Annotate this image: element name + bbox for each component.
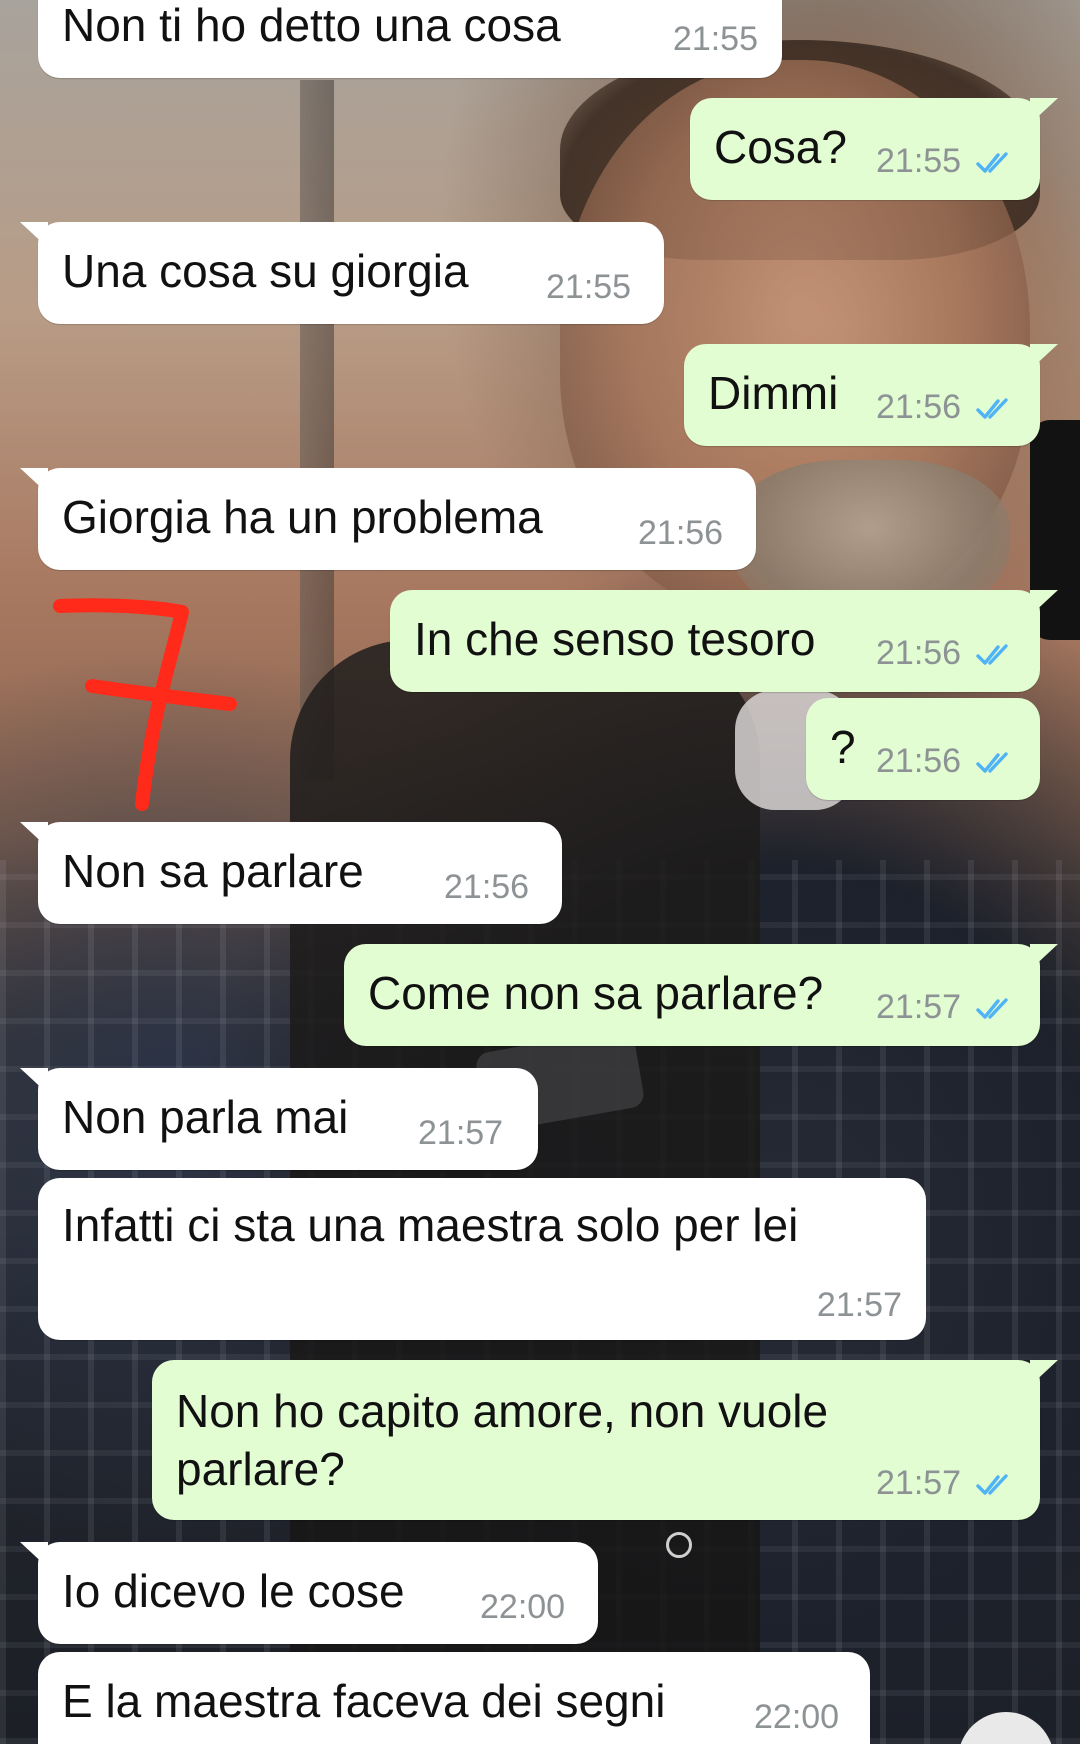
message-bubble-outgoing[interactable]: Non ho capito amore, non vuole parlare? … [152,1360,1058,1520]
read-double-check-icon [976,1474,1008,1495]
message-bubble-outgoing[interactable]: Come non sa parlare? 21:57 [344,944,1058,1046]
wallpaper-vest-button [666,1532,692,1558]
message-bubble-incoming[interactable]: E la maestra faceva dei segni 22:00 [38,1652,870,1744]
message-bubble-outgoing[interactable]: Cosa? 21:55 [690,98,1058,200]
message-text-line1: Non ho capito amore, non vuole [176,1385,829,1437]
message-bubble-incoming[interactable]: Infatti ci sta una maestra solo per lei … [38,1178,926,1340]
message-text: Infatti ci sta una maestra solo per lei [62,1199,799,1251]
message-time: 21:56 [638,514,724,552]
message-bubble-incoming[interactable]: Non parla mai 21:57 [20,1068,538,1170]
message-time: 21:57 [876,988,962,1026]
message-time: 22:00 [754,1698,840,1736]
message-time: 22:00 [480,1588,566,1626]
message-text: Dimmi [708,367,839,419]
read-double-check-icon [976,644,1008,665]
message-bubble-incoming[interactable]: Non ti ho detto una cosa 21:55 [38,0,782,78]
message-text: ? [830,721,856,773]
message-text: Cosa? [714,121,847,173]
message-text: Giorgia ha un problema [62,491,543,543]
message-time: 21:56 [876,388,962,426]
message-time: 21:57 [418,1114,504,1152]
message-time: 21:56 [444,868,530,906]
read-double-check-icon [976,998,1008,1019]
message-bubble-incoming[interactable]: Non sa parlare 21:56 [20,822,562,924]
message-bubble-outgoing[interactable]: In che senso tesoro 21:56 [390,590,1058,692]
read-double-check-icon [976,398,1008,419]
message-time: 21:55 [546,268,632,306]
message-time: 21:56 [876,634,962,672]
chevron-down-icon: ⌄ [988,1728,1012,1744]
message-text: Io dicevo le cose [62,1565,405,1617]
message-time: 21:56 [876,742,962,780]
chat-screen: Non ti ho detto una cosa 21:55 Cosa? 21:… [0,0,1080,1744]
message-text: Non ti ho detto una cosa [62,0,561,51]
read-double-check-icon [976,152,1008,173]
message-text: Una cosa su giorgia [62,245,469,297]
message-time: 21:55 [672,20,758,58]
message-bubble-incoming[interactable]: Io dicevo le cose 22:00 [20,1542,598,1644]
message-bubble-outgoing[interactable]: Dimmi 21:56 [684,344,1058,446]
message-text: Non sa parlare [62,845,364,897]
message-bubble-outgoing[interactable]: ? 21:56 [806,698,1040,800]
message-text: In che senso tesoro [414,613,816,665]
message-time: 21:57 [876,1464,962,1502]
read-double-check-icon [976,752,1008,773]
message-time: 21:57 [816,1286,902,1324]
red-annotation-7 [53,598,237,811]
message-text-line2: parlare? [176,1443,345,1495]
message-time: 21:55 [876,142,962,180]
message-text: Come non sa parlare? [368,967,824,1019]
message-text: Non parla mai [62,1091,349,1143]
message-bubble-incoming[interactable]: Giorgia ha un problema 21:56 [20,468,756,570]
message-text: E la maestra faceva dei segni [62,1675,666,1727]
message-bubble-incoming[interactable]: Una cosa su giorgia 21:55 [20,222,664,324]
